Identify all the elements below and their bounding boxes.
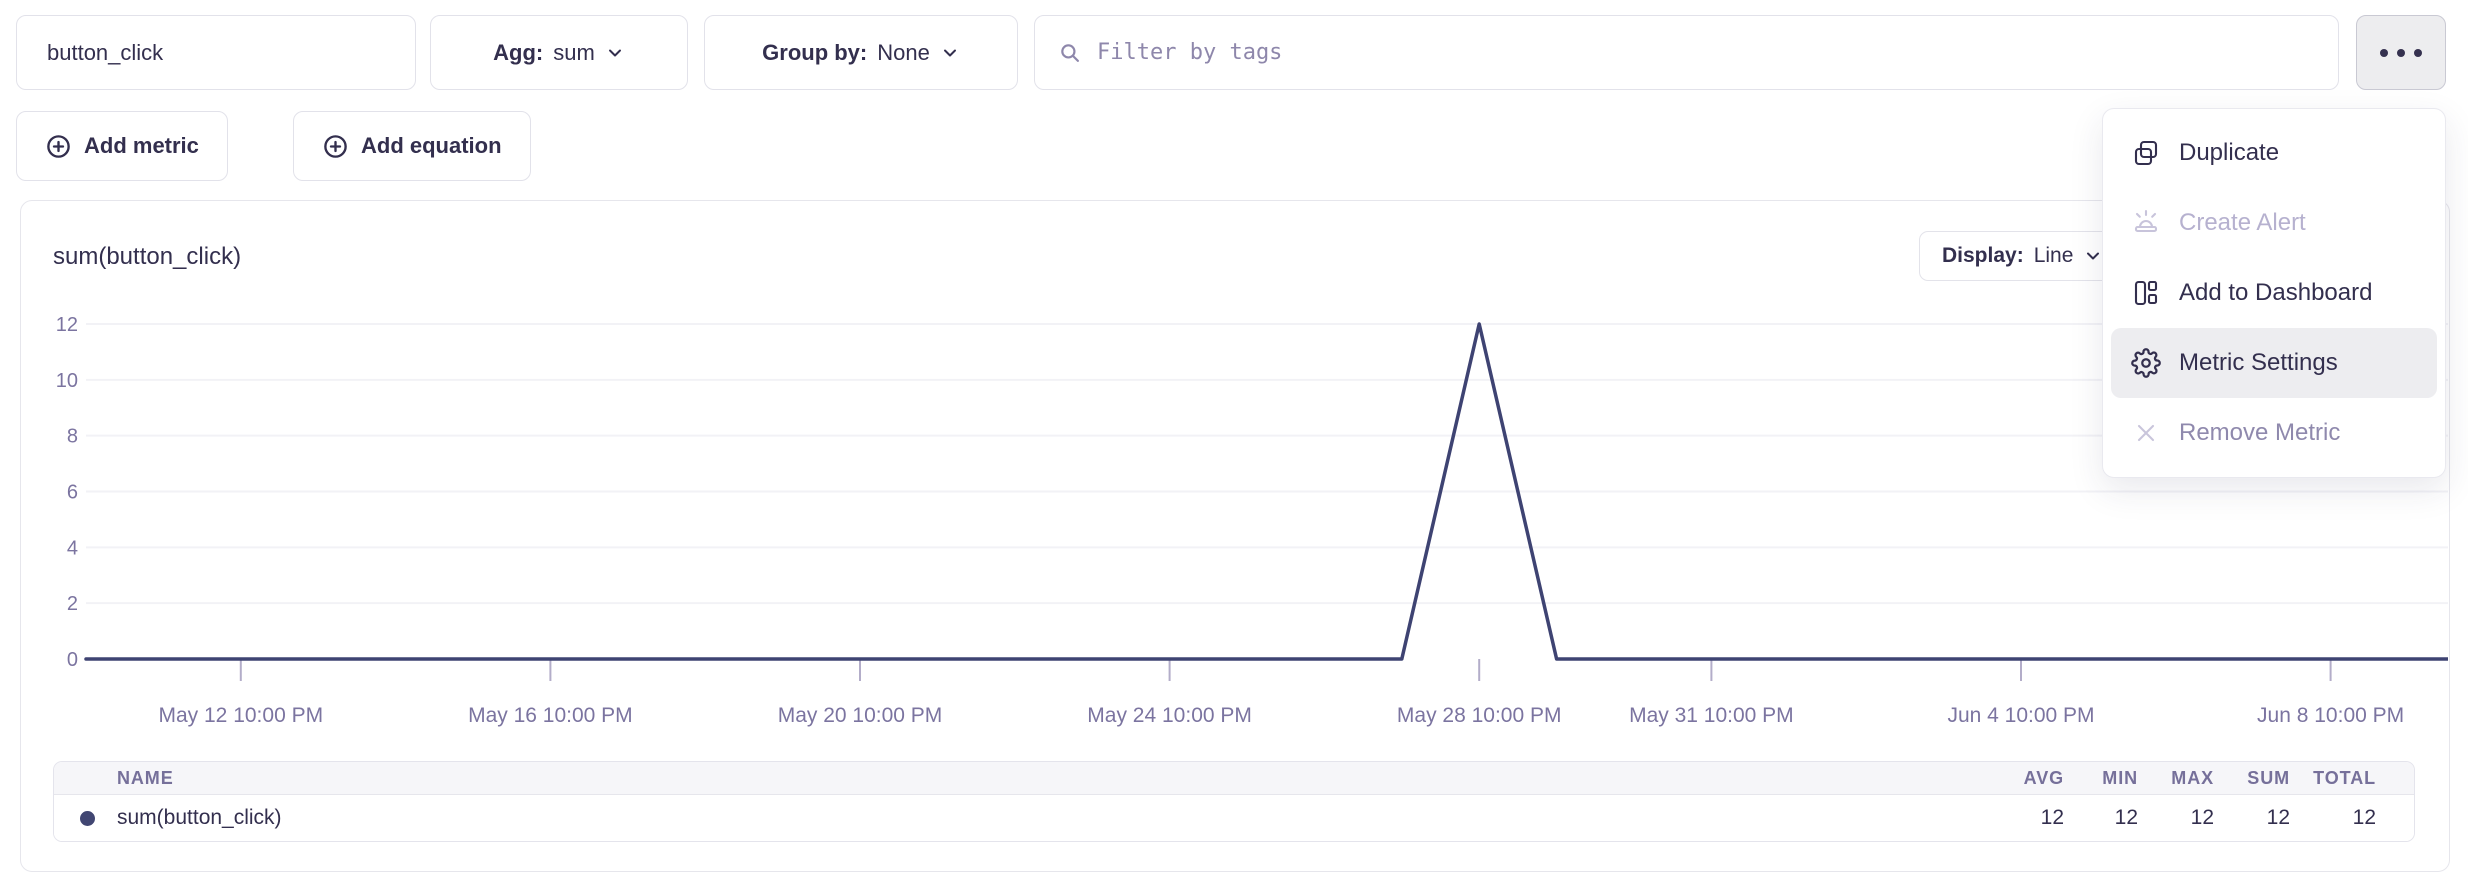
menu-item-duplicate[interactable]: Duplicate bbox=[2111, 118, 2437, 188]
remove-metric-icon bbox=[2131, 418, 2161, 448]
svg-text:8: 8 bbox=[67, 426, 78, 448]
svg-text:4: 4 bbox=[67, 537, 78, 559]
cell-sum: 12 bbox=[2214, 806, 2290, 830]
plus-circle-icon bbox=[45, 133, 72, 160]
table-row[interactable]: sum(button_click) 12 12 12 12 12 bbox=[54, 795, 2414, 841]
series-color-dot bbox=[80, 811, 95, 826]
plus-circle-icon bbox=[322, 133, 349, 160]
group-by-dropdown[interactable]: Group by: None bbox=[704, 15, 1018, 90]
tag-filter-input[interactable] bbox=[1097, 16, 2316, 89]
svg-text:Jun 8 10:00 PM: Jun 8 10:00 PM bbox=[2257, 704, 2404, 727]
svg-text:Jun 4 10:00 PM: Jun 4 10:00 PM bbox=[1947, 704, 2094, 727]
column-header-avg: AVG bbox=[1994, 768, 2064, 789]
ellipsis-icon bbox=[2414, 49, 2422, 57]
cell-min: 12 bbox=[2064, 806, 2138, 830]
chevron-down-icon bbox=[605, 43, 625, 63]
duplicate-icon bbox=[2131, 138, 2161, 168]
add-equation-label: Add equation bbox=[361, 133, 502, 159]
svg-text:May 28 10:00 PM: May 28 10:00 PM bbox=[1397, 704, 1562, 727]
group-by-value: None bbox=[877, 40, 930, 66]
metric-chart-panel: sum(button_click) Display: Line 02468101… bbox=[20, 200, 2450, 872]
search-icon bbox=[1057, 40, 1083, 66]
svg-text:May 20 10:00 PM: May 20 10:00 PM bbox=[778, 704, 943, 727]
svg-text:2: 2 bbox=[67, 593, 78, 615]
context-menu: Duplicate Create Alert Add to Dashboard … bbox=[2102, 108, 2446, 478]
more-options-button[interactable] bbox=[2356, 15, 2446, 90]
svg-text:6: 6 bbox=[67, 482, 78, 504]
group-by-label: Group by: bbox=[762, 40, 867, 66]
column-header-total: TOTAL bbox=[2290, 768, 2376, 789]
column-header-name: NAME bbox=[54, 768, 1994, 789]
svg-text:May 12 10:00 PM: May 12 10:00 PM bbox=[159, 704, 324, 727]
column-header-min: MIN bbox=[2064, 768, 2138, 789]
cell-total: 12 bbox=[2290, 806, 2376, 830]
aggregation-label: Agg: bbox=[493, 40, 543, 66]
svg-text:12: 12 bbox=[56, 314, 78, 336]
menu-item-create-alert: Create Alert bbox=[2111, 188, 2437, 258]
series-name: sum(button_click) bbox=[117, 806, 282, 830]
series-summary-table: NAME AVG MIN MAX SUM TOTAL sum(button_cl… bbox=[53, 761, 2415, 842]
svg-text:May 16 10:00 PM: May 16 10:00 PM bbox=[468, 704, 633, 727]
metric-settings-icon bbox=[2131, 348, 2161, 378]
chevron-down-icon bbox=[940, 43, 960, 63]
menu-item-metric-settings[interactable]: Metric Settings bbox=[2111, 328, 2437, 398]
svg-text:May 24 10:00 PM: May 24 10:00 PM bbox=[1087, 704, 1252, 727]
svg-text:May 31 10:00 PM: May 31 10:00 PM bbox=[1629, 704, 1794, 727]
add-metric-button[interactable]: Add metric bbox=[16, 111, 228, 181]
metric-name-input[interactable] bbox=[16, 15, 416, 90]
menu-item-remove-metric: Remove Metric bbox=[2111, 398, 2437, 468]
create-alert-icon bbox=[2131, 208, 2161, 238]
aggregation-value: sum bbox=[553, 40, 595, 66]
aggregation-dropdown[interactable]: Agg: sum bbox=[430, 15, 688, 90]
column-header-sum: SUM bbox=[2214, 768, 2290, 789]
menu-item-add-to-dashboard[interactable]: Add to Dashboard bbox=[2111, 258, 2437, 328]
svg-text:10: 10 bbox=[56, 370, 78, 392]
add-equation-button[interactable]: Add equation bbox=[293, 111, 531, 181]
ellipsis-icon bbox=[2380, 49, 2388, 57]
add-to-dashboard-icon bbox=[2131, 278, 2161, 308]
column-header-max: MAX bbox=[2138, 768, 2214, 789]
cell-avg: 12 bbox=[1994, 806, 2064, 830]
tag-filter-field bbox=[1034, 15, 2339, 90]
add-metric-label: Add metric bbox=[84, 133, 199, 159]
cell-max: 12 bbox=[2138, 806, 2214, 830]
svg-text:0: 0 bbox=[67, 649, 78, 671]
ellipsis-icon bbox=[2397, 49, 2405, 57]
table-header-row: NAME AVG MIN MAX SUM TOTAL bbox=[54, 762, 2414, 795]
